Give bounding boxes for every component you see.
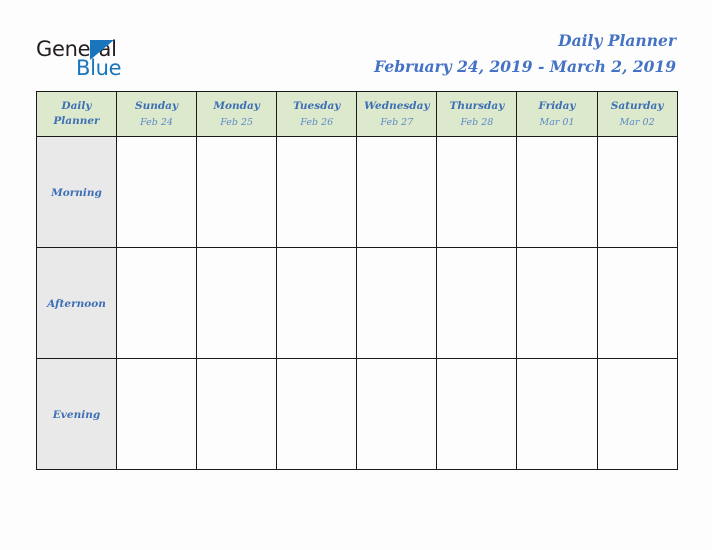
logo-text-blue: Blue <box>76 56 122 80</box>
cell-evening-friday[interactable] <box>516 358 598 470</box>
column-header-saturday: Saturday Mar 02 <box>596 91 678 137</box>
table-row-morning: Morning <box>36 136 678 248</box>
day-date-label: Feb 24 <box>140 116 173 128</box>
corner-label-line1: Daily <box>61 100 92 112</box>
column-header-friday: Friday Mar 01 <box>516 91 598 137</box>
cell-afternoon-tuesday[interactable] <box>276 247 358 359</box>
cell-afternoon-friday[interactable] <box>516 247 598 359</box>
day-name-label: Tuesday <box>293 99 341 112</box>
day-name-label: Sunday <box>134 99 179 112</box>
slot-label-text: Afternoon <box>47 298 106 310</box>
day-date-label: Feb 26 <box>300 116 334 128</box>
day-date-label: Mar 01 <box>539 116 575 128</box>
column-header-sunday: Sunday Feb 24 <box>115 91 198 137</box>
cell-morning-monday[interactable] <box>196 136 278 248</box>
cell-morning-tuesday[interactable] <box>276 136 358 248</box>
day-date-label: Mar 02 <box>619 116 655 128</box>
cell-evening-tuesday[interactable] <box>276 358 358 470</box>
column-header-tuesday: Tuesday Feb 26 <box>276 91 358 137</box>
date-range-subtitle: February 24, 2019 - March 2, 2019 <box>374 57 676 76</box>
general-blue-logo: General Blue <box>36 38 206 82</box>
title-block: Daily Planner February 24, 2019 - March … <box>374 30 676 78</box>
cell-afternoon-thursday[interactable] <box>436 247 518 359</box>
day-name-label: Thursday <box>449 99 505 112</box>
day-date-label: Feb 28 <box>460 116 494 128</box>
day-name-label: Monday <box>213 99 260 112</box>
table-corner-cell: Daily Planner <box>36 91 117 137</box>
cell-morning-thursday[interactable] <box>436 136 518 248</box>
row-label-morning: Morning <box>36 136 117 248</box>
slot-label-text: Morning <box>51 187 102 199</box>
slot-label-text: Evening <box>52 409 101 421</box>
corner-label-line2: Planner <box>53 115 100 127</box>
cell-evening-thursday[interactable] <box>436 358 518 470</box>
cell-evening-saturday[interactable] <box>596 358 678 470</box>
daily-planner-table: Daily Planner Sunday Feb 24 Monday Feb 2… <box>36 91 678 470</box>
column-header-wednesday: Wednesday Feb 27 <box>356 91 438 137</box>
cell-evening-sunday[interactable] <box>115 358 198 470</box>
day-date-label: Feb 25 <box>220 116 254 128</box>
cell-afternoon-monday[interactable] <box>196 247 278 359</box>
page-header: General Blue Daily Planner February 24, … <box>0 0 712 90</box>
cell-morning-saturday[interactable] <box>596 136 678 248</box>
cell-evening-wednesday[interactable] <box>356 358 438 470</box>
table-row-evening: Evening <box>36 358 678 470</box>
cell-morning-friday[interactable] <box>516 136 598 248</box>
column-header-monday: Monday Feb 25 <box>196 91 278 137</box>
cell-afternoon-sunday[interactable] <box>115 247 198 359</box>
page-title: Daily Planner <box>558 31 676 50</box>
day-name-label: Saturday <box>610 99 664 112</box>
cell-evening-monday[interactable] <box>196 358 278 470</box>
cell-morning-wednesday[interactable] <box>356 136 438 248</box>
table-row-afternoon: Afternoon <box>36 247 678 359</box>
row-label-evening: Evening <box>36 358 117 470</box>
day-name-label: Friday <box>538 99 576 112</box>
day-name-label: Wednesday <box>364 99 430 112</box>
cell-morning-sunday[interactable] <box>115 136 198 248</box>
cell-afternoon-wednesday[interactable] <box>356 247 438 359</box>
day-date-label: Feb 27 <box>380 116 414 128</box>
row-label-afternoon: Afternoon <box>36 247 117 359</box>
column-header-thursday: Thursday Feb 28 <box>436 91 518 137</box>
table-header-row: Daily Planner Sunday Feb 24 Monday Feb 2… <box>36 91 678 137</box>
cell-afternoon-saturday[interactable] <box>596 247 678 359</box>
